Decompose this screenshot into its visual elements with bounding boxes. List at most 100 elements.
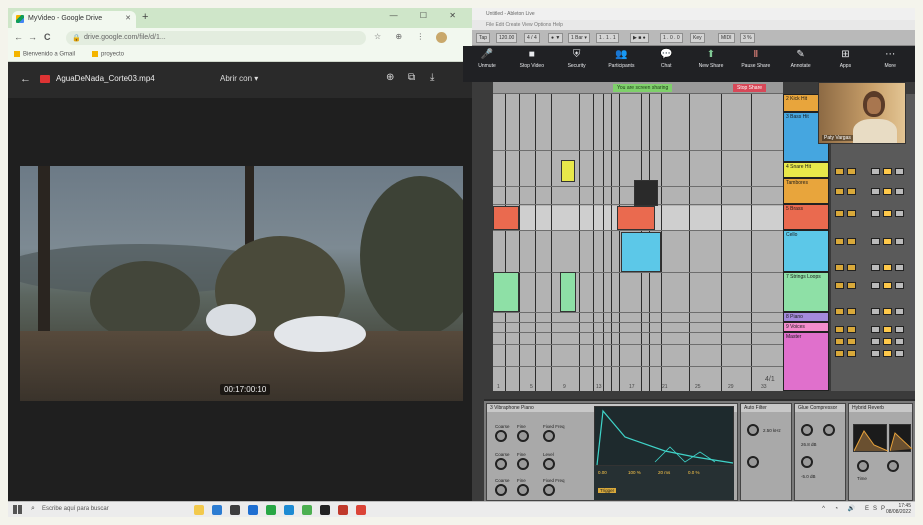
mixer-toggle[interactable]	[883, 282, 892, 289]
track-header[interactable]: Cello	[783, 230, 829, 272]
add-to-drive-icon[interactable]: ⊕	[386, 72, 394, 83]
meeting-control-stop-video[interactable]: ■ Stop Video	[510, 49, 554, 69]
mixer-toggle[interactable]	[895, 326, 904, 333]
meeting-control-more[interactable]: ⋯ More	[868, 49, 912, 69]
meeting-control-security[interactable]: ⛨ Security	[555, 49, 599, 69]
mixer-toggle[interactable]	[847, 308, 856, 315]
taskbar-app-icon[interactable]	[230, 505, 240, 515]
window-controls[interactable]: — ☐ ✕	[390, 11, 466, 20]
close-tab-icon[interactable]: ✕	[125, 14, 131, 22]
track-header[interactable]: 7 Strings Loops	[783, 272, 829, 312]
trigger-mode[interactable]: Trigger	[598, 488, 617, 493]
download-icon[interactable]: ⤓	[430, 72, 434, 83]
track-header[interactable]: 8 Piano	[783, 312, 829, 322]
mixer-toggle[interactable]	[871, 238, 880, 245]
operator-knob[interactable]	[495, 430, 507, 442]
taskbar-app-icon[interactable]	[338, 505, 348, 515]
mixer-toggle[interactable]	[895, 338, 904, 345]
track-header[interactable]: 5 Brass	[783, 204, 829, 230]
reverb-eq-display[interactable]	[853, 424, 889, 452]
mixer-toggle[interactable]	[895, 238, 904, 245]
operator-knob[interactable]	[495, 458, 507, 470]
ableton-menu-bar[interactable]: File Edit Create View Options Help	[472, 20, 915, 30]
taskbar-app-icon[interactable]	[302, 505, 312, 515]
reload-button[interactable]: C	[44, 32, 51, 42]
meeting-control-chat[interactable]: 💬 Chat	[644, 49, 688, 69]
new-tab-button[interactable]: +	[142, 11, 148, 23]
mixer-toggle[interactable]	[883, 338, 892, 345]
transport-control[interactable]: 120.00	[496, 33, 518, 43]
transport-control[interactable]: ● ▼	[548, 33, 564, 43]
meeting-control-annotate[interactable]: ✎ Annotate	[779, 49, 823, 69]
video-player[interactable]: 00:17:00:10	[20, 166, 463, 401]
arrangement-view[interactable]: 1 5 9 13 17 21 25 29 33 4/1	[493, 94, 783, 391]
mixer-toggle[interactable]	[835, 238, 844, 245]
auto-filter-device[interactable]: Auto Filter 2.50 kHz	[740, 403, 792, 501]
profile-avatar[interactable]	[436, 32, 447, 43]
mixer-toggle[interactable]	[847, 238, 856, 245]
mixer-toggle[interactable]	[847, 282, 856, 289]
decay-knob[interactable]	[857, 460, 869, 472]
forward-button[interactable]: →	[28, 32, 37, 42]
back-button[interactable]: ←	[14, 32, 23, 42]
dry-wet-knob[interactable]	[887, 460, 899, 472]
mixer-toggle[interactable]	[835, 210, 844, 217]
mixer-toggle[interactable]	[835, 338, 844, 345]
mixer-toggle[interactable]	[871, 264, 880, 271]
track-header[interactable]: Tambores	[783, 178, 829, 204]
track-header[interactable]: 4 Snare Hit	[783, 162, 829, 178]
mixer-toggle[interactable]	[871, 168, 880, 175]
mixer-toggle[interactable]	[895, 282, 904, 289]
mixer-toggle[interactable]	[847, 210, 856, 217]
operator-knob[interactable]	[517, 430, 529, 442]
operator-knob[interactable]	[543, 484, 555, 496]
meeting-control-apps[interactable]: ⊞ Apps	[823, 49, 867, 69]
mixer-toggle[interactable]	[835, 264, 844, 271]
meeting-control-participants[interactable]: 👥 Participants	[599, 49, 643, 69]
operator-knob[interactable]	[517, 484, 529, 496]
open-new-window-icon[interactable]: ⧉	[408, 72, 415, 83]
mixer-toggle[interactable]	[883, 308, 892, 315]
mixer-toggle[interactable]	[847, 338, 856, 345]
arrangement-clip[interactable]	[617, 206, 655, 230]
arrangement-ruler[interactable]: You are screen sharing Stop Share	[493, 82, 783, 94]
transport-control[interactable]: 4 / 4	[524, 33, 540, 43]
arrangement-clip[interactable]	[493, 272, 519, 312]
mixer-toggle[interactable]	[895, 350, 904, 357]
ratio-knob[interactable]	[823, 424, 835, 436]
mixer-toggle[interactable]	[847, 264, 856, 271]
mixer-toggle[interactable]	[871, 326, 880, 333]
transport-control[interactable]: 3 %	[740, 33, 755, 43]
mixer-toggle[interactable]	[895, 264, 904, 271]
mixer-toggle[interactable]	[847, 350, 856, 357]
arrangement-clip[interactable]	[621, 232, 661, 272]
mixer-toggle[interactable]	[895, 188, 904, 195]
taskbar-app-icon[interactable]	[212, 505, 222, 515]
envelope-display[interactable]	[594, 406, 734, 466]
track-header[interactable]: Master	[783, 332, 829, 391]
reverb-device[interactable]: Hybrid Reverb Time	[848, 403, 913, 501]
mixer-toggle[interactable]	[883, 168, 892, 175]
stop-share-button[interactable]: Stop Share	[733, 84, 767, 92]
envelope-params[interactable]: 0.00 100 % 20 ms 0.0 % Trigger	[594, 466, 734, 500]
meeting-control-new-share[interactable]: ⬆ New Share	[689, 49, 733, 69]
mixer-toggle[interactable]	[871, 338, 880, 345]
taskbar-app-icon[interactable]	[266, 505, 276, 515]
extension-icons[interactable]: ☆ ⊕ ⋮	[374, 32, 430, 41]
transport-control[interactable]: 1 Bar ▾	[568, 33, 590, 43]
meeting-control-unmute[interactable]: 🎤 Unmute	[465, 49, 509, 69]
operator-knob[interactable]	[543, 430, 555, 442]
system-tray[interactable]: ^ ◔ 🔊 ESP	[822, 505, 889, 512]
instrument-device[interactable]: 3 Vibraphone Piano Coarse Fine Fixed Freq C…	[486, 403, 738, 501]
operator-knob[interactable]	[495, 484, 507, 496]
threshold-knob[interactable]	[801, 424, 813, 436]
mixer-toggle[interactable]	[847, 188, 856, 195]
mixer-toggle[interactable]	[883, 210, 892, 217]
mixer-toggle[interactable]	[871, 282, 880, 289]
bookmark-proyecto[interactable]: proyecto	[92, 51, 124, 58]
taskbar-search[interactable]: ⌕ Escribe aquí para buscar	[30, 504, 160, 516]
mixer-toggle[interactable]	[883, 326, 892, 333]
mixer-toggle[interactable]	[835, 282, 844, 289]
glue-compressor-device[interactable]: Glue Compressor 26.8 dB -5.0 dB	[794, 403, 846, 501]
mixer-toggle[interactable]	[883, 188, 892, 195]
